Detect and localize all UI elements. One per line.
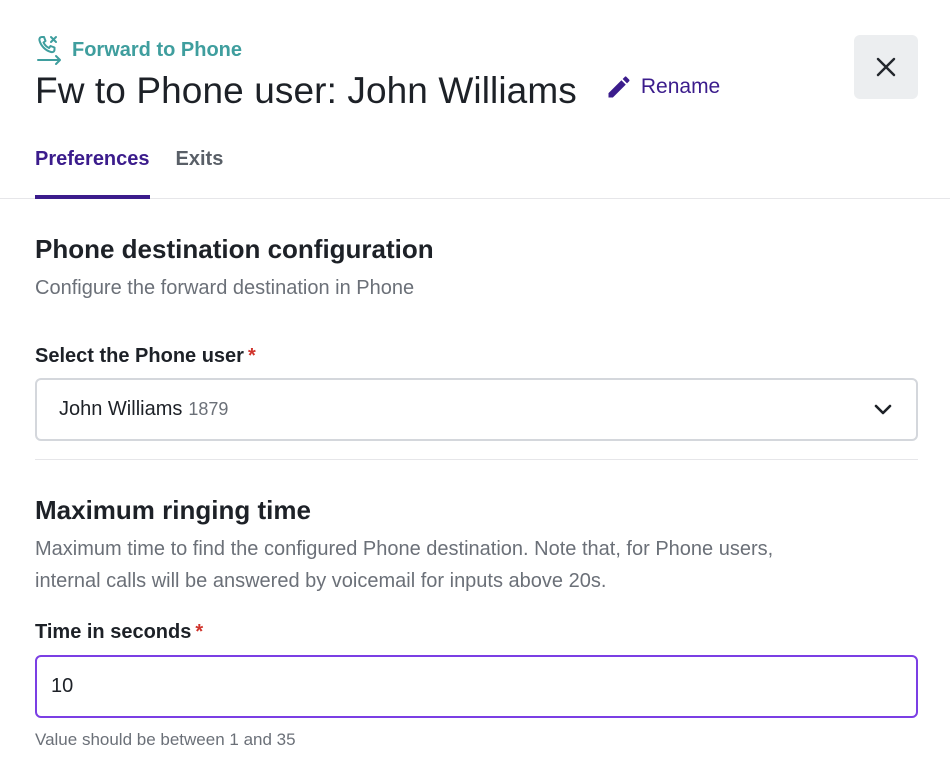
tab-bar: Preferences Exits (35, 148, 224, 199)
phone-user-select[interactable]: John Williams 1879 (35, 378, 918, 441)
tab-preferences[interactable]: Preferences (35, 148, 150, 199)
destination-section-description: Configure the forward destination in Pho… (35, 277, 415, 299)
rename-label: Rename (640, 75, 721, 98)
close-icon (876, 57, 896, 77)
selected-user-name: John Williams (59, 398, 183, 420)
ringing-description-line2: internal calls will be answered by voice… (35, 570, 607, 592)
destination-section-title: Phone destination configuration (35, 234, 434, 264)
close-button[interactable] (854, 35, 918, 99)
node-type: Forward to Phone (36, 34, 242, 66)
selected-user-extension: 1879 (188, 399, 229, 419)
phone-user-label-text: Select the Phone user (35, 345, 244, 367)
section-divider (35, 459, 918, 460)
phone-user-label: Select the Phone user * (35, 345, 256, 368)
page-title: Fw to Phone user: John Williams (35, 70, 577, 111)
time-seconds-hint: Value should be between 1 and 35 (35, 730, 296, 749)
time-seconds-label-text: Time in seconds (35, 621, 192, 643)
forward-to-phone-panel: Forward to Phone Fw to Phone user: John … (0, 0, 950, 768)
rename-button[interactable]: Rename (605, 73, 720, 101)
time-seconds-label: Time in seconds * (35, 621, 203, 644)
time-seconds-input[interactable] (35, 655, 918, 718)
required-mark: * (195, 621, 204, 643)
pencil-icon (608, 76, 630, 98)
phone-forward-icon (37, 36, 61, 65)
node-type-label: Forward to Phone (72, 38, 242, 61)
chevron-down-icon (874, 404, 892, 415)
title-row: Fw to Phone user: John Williams Rename (35, 70, 720, 112)
required-mark: * (247, 345, 256, 367)
ringing-section-title: Maximum ringing time (35, 495, 311, 525)
tab-exits[interactable]: Exits (176, 148, 224, 198)
ringing-description-line1: Maximum time to find the configured Phon… (35, 538, 774, 560)
panel-header: Forward to Phone Fw to Phone user: John … (0, 0, 950, 199)
